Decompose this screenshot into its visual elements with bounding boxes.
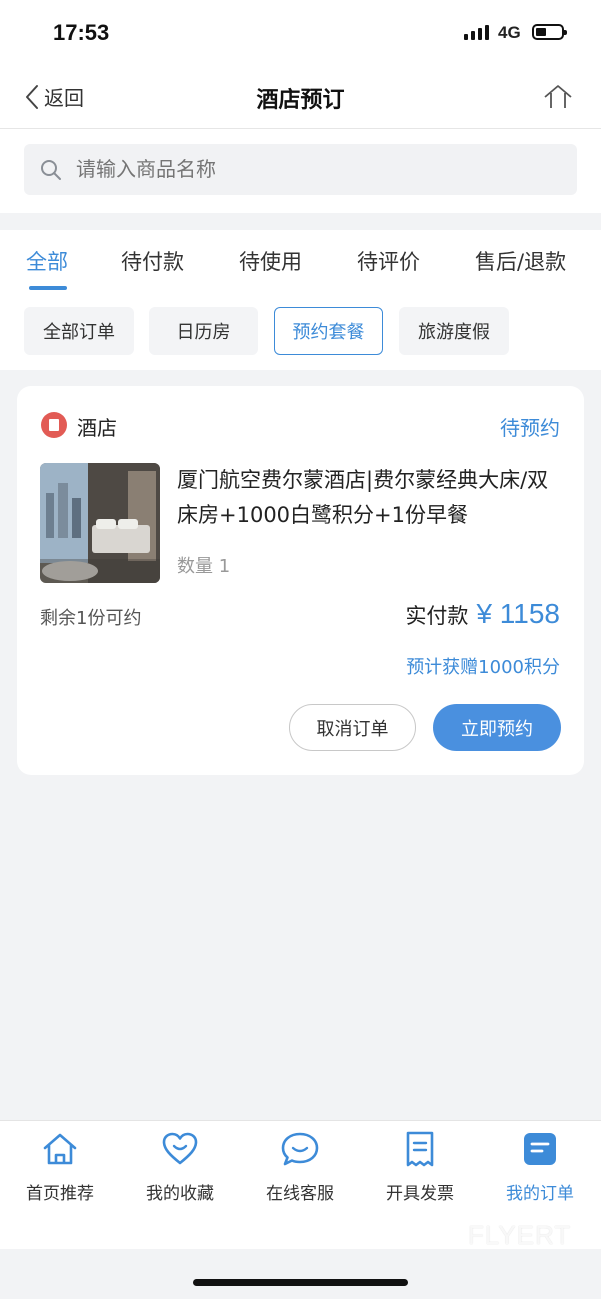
order-icon [524, 1133, 556, 1165]
cancel-order-button[interactable]: 取消订单 [289, 704, 416, 751]
tab-pending-payment[interactable]: 待付款 [121, 246, 184, 276]
receipt-icon [406, 1131, 434, 1167]
tabbar-orders-label: 我的订单 [506, 1184, 574, 1204]
quantity: 数量 1 [177, 556, 231, 577]
home-nav-icon[interactable] [543, 84, 573, 110]
paid-amount-row: 实付款 ¥ 1158 [405, 598, 560, 630]
filter-travel[interactable]: 旅游度假 [399, 307, 509, 355]
tab-to-use[interactable]: 待使用 [239, 246, 302, 276]
tabbar-orders[interactable]: 我的订单 [480, 1121, 600, 1221]
points-reward: 预计获赠1000积分 [406, 657, 560, 678]
hotel-room-image[interactable] [40, 463, 160, 583]
tabbar-invoice-label: 开具发票 [386, 1184, 454, 1204]
nav-bar: 返回 酒店预订 [0, 66, 601, 129]
search-icon [41, 160, 61, 180]
chat-icon [281, 1132, 319, 1166]
paid-label: 实付款 [405, 604, 469, 628]
tabbar-invoice[interactable]: 开具发票 [360, 1121, 480, 1221]
tabbar-service-label: 在线客服 [266, 1184, 334, 1204]
signal-icon [464, 25, 489, 40]
filter-package[interactable]: 预约套餐 [274, 307, 383, 355]
status-bar: 17:53 4G [0, 0, 601, 66]
search-box[interactable] [24, 144, 577, 195]
remaining-count: 剩余1份可约 [40, 608, 142, 629]
network-type: 4G [498, 23, 521, 42]
product-title[interactable]: 厦门航空费尔蒙酒店|费尔蒙经典大床/双床房+1000白鹭积分+1份早餐 [177, 463, 567, 533]
tabbar-favorites-label: 我的收藏 [146, 1184, 214, 1204]
heart-icon [162, 1132, 198, 1165]
page-title: 酒店预订 [256, 88, 345, 113]
watermark-logo: FLYERT [468, 1220, 572, 1250]
active-tab-indicator [29, 286, 67, 290]
tabbar-home[interactable]: 首页推荐 [0, 1121, 120, 1221]
search-area [0, 129, 601, 213]
home-icon [43, 1133, 77, 1165]
tab-after-sales[interactable]: 售后/退款 [475, 246, 566, 276]
status-time: 17:53 [53, 20, 110, 45]
order-card[interactable]: 酒店 待预约 厦门航空费尔蒙酒店|费尔蒙经典大床/双床房+1000白鹭积分+1份… [17, 386, 584, 775]
filter-calendar-room[interactable]: 日历房 [149, 307, 258, 355]
search-input[interactable] [74, 156, 558, 182]
tabbar-favorites[interactable]: 我的收藏 [120, 1121, 240, 1221]
order-status: 待预约 [500, 416, 560, 440]
battery-icon [532, 24, 567, 40]
order-category: 酒店 [77, 416, 117, 440]
tabbar-home-label: 首页推荐 [26, 1184, 94, 1204]
order-tabs: 全部 待付款 待使用 待评价 售后/退款 全部订单 日历房 预约套餐 旅游度假 [0, 230, 601, 370]
tab-all[interactable]: 全部 [26, 246, 68, 276]
filter-all-orders[interactable]: 全部订单 [24, 307, 134, 355]
home-indicator [193, 1279, 408, 1286]
tabbar-service[interactable]: 在线客服 [240, 1121, 360, 1221]
tab-to-review[interactable]: 待评价 [357, 246, 420, 276]
paid-amount: ¥ 1158 [476, 598, 560, 629]
book-now-button[interactable]: 立即预约 [433, 704, 561, 751]
hotel-icon [41, 412, 67, 438]
